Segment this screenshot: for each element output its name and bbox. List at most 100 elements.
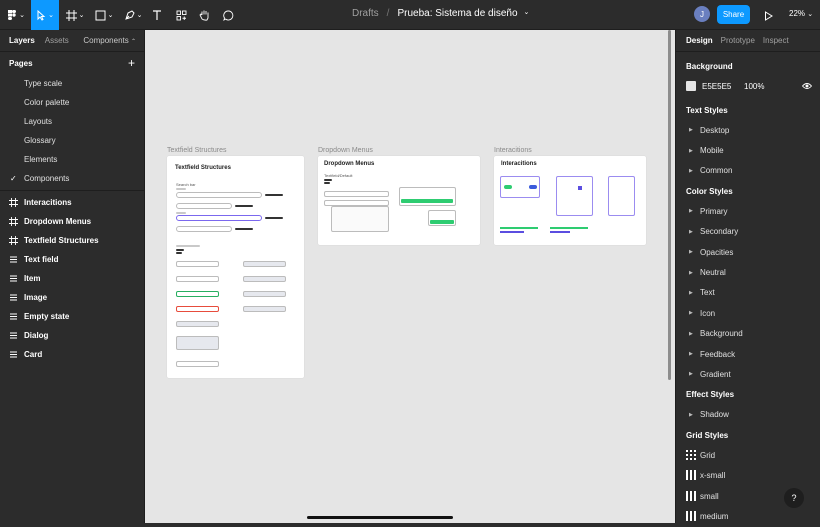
main-menu-button[interactable]: ⌄ [4, 0, 28, 30]
style-item-background[interactable]: ▶ Background [676, 324, 820, 344]
style-item-common[interactable]: ▶ Common [676, 161, 820, 181]
zoom-dropdown[interactable]: 22% ⌄ [789, 9, 813, 18]
mini-dropdown-list [399, 187, 456, 206]
frame-tool-button[interactable]: ⌄ [63, 0, 87, 30]
layer-item[interactable]: Interacitions [0, 193, 144, 212]
style-item-desktop[interactable]: ▶ Desktop [676, 120, 820, 140]
style-item-label: Desktop [700, 125, 730, 135]
style-item-gradient[interactable]: ▶ Gradient [676, 364, 820, 384]
shape-tool-button[interactable]: ⌄ [92, 0, 116, 30]
style-item-text[interactable]: ▶ Text [676, 283, 820, 303]
mini-checkbox [578, 186, 582, 190]
style-item-label: Opacities [700, 247, 734, 257]
mini-text-field [243, 306, 286, 312]
pen-tool-button[interactable]: ⌄ [121, 0, 145, 30]
style-item-label: Neutral [700, 268, 726, 278]
frame-interacitions[interactable]: Interacitions [494, 156, 646, 245]
grid-style-x-small[interactable]: x-small [676, 465, 820, 485]
tab-prototype[interactable]: Prototype [721, 36, 755, 45]
caret-right-icon: ▶ [689, 330, 693, 337]
placeholder-line [265, 217, 283, 219]
eye-icon[interactable] [802, 82, 812, 90]
stack-icon [10, 275, 17, 282]
add-page-button[interactable]: + [128, 56, 135, 70]
page-item-layouts[interactable]: Layouts [0, 112, 144, 131]
move-tool-button[interactable]: ⌄ [31, 0, 59, 30]
page-item-components[interactable]: ✓ Components [0, 169, 144, 188]
layer-item[interactable]: Item [0, 269, 144, 288]
share-button[interactable]: Share [717, 5, 750, 24]
layer-item[interactable]: Dialog [0, 326, 144, 345]
style-item-mobile[interactable]: ▶ Mobile [676, 140, 820, 160]
style-item-feedback[interactable]: ▶ Feedback [676, 344, 820, 364]
effect-styles-title: Effect Styles [686, 390, 735, 400]
layer-item[interactable]: Empty state [0, 307, 144, 326]
page-item-elements[interactable]: Elements [0, 150, 144, 169]
file-name[interactable]: Prueba: Sistema de diseño [397, 8, 517, 19]
vertical-scrollbar[interactable] [668, 30, 671, 380]
style-item-label: x-small [700, 471, 726, 481]
text-icon [153, 9, 161, 20]
mini-text-field [176, 276, 219, 282]
horizontal-scrollbar[interactable] [307, 516, 453, 519]
figma-logo-icon [8, 10, 17, 20]
help-button[interactable]: ? [784, 488, 804, 508]
avatar[interactable]: J [694, 6, 710, 22]
tab-inspect[interactable]: Inspect [763, 36, 789, 45]
style-item-opacities[interactable]: ▶ Opacities [676, 242, 820, 262]
style-item-secondary[interactable]: ▶ Secondary [676, 222, 820, 242]
caret-right-icon: ▶ [689, 249, 693, 256]
text-tool-button[interactable] [148, 0, 166, 30]
page-item-type-scale[interactable]: Type scale [0, 74, 144, 93]
layer-item[interactable]: Image [0, 288, 144, 307]
tab-assets[interactable]: Assets [45, 36, 69, 45]
mini-text-field [176, 291, 219, 297]
mini-text-field [243, 261, 286, 267]
mini-selected-row [430, 220, 454, 224]
page-switcher[interactable]: Components ⌃ [83, 36, 136, 45]
style-item-label: Primary [700, 206, 728, 216]
mini-text-field [176, 306, 219, 312]
resources-icon [176, 10, 186, 20]
resources-button[interactable] [172, 0, 190, 30]
comment-tool-button[interactable] [219, 0, 237, 30]
background-fill-row[interactable]: E5E5E5 100% [676, 76, 820, 96]
page-item-color-palette[interactable]: Color palette [0, 93, 144, 112]
grid-style-medium[interactable]: medium [676, 506, 820, 526]
caret-right-icon: ▶ [689, 351, 693, 358]
frame-textfield-structures[interactable]: Textfield Structures Search bar [167, 156, 304, 378]
style-item-shadow[interactable]: ▶ Shadow [676, 405, 820, 425]
frame-label[interactable]: Textfield Structures [167, 147, 227, 154]
style-item-primary[interactable]: ▶ Primary [676, 201, 820, 221]
page-item-glossary[interactable]: Glossary [0, 131, 144, 150]
style-item-label: Icon [700, 308, 716, 318]
canvas[interactable]: Textfield Structures Textfield Structure… [145, 30, 675, 523]
frame-icon [9, 236, 18, 245]
hand-tool-button[interactable] [195, 0, 213, 30]
mini-toggle [529, 185, 537, 189]
caret-right-icon: ▶ [689, 269, 693, 276]
background-section-title: Background [686, 61, 733, 71]
present-button[interactable] [764, 8, 773, 26]
layer-item[interactable]: Card [0, 345, 144, 364]
frame-label[interactable]: Interacitions [494, 147, 532, 154]
tab-layers[interactable]: Layers [9, 36, 35, 45]
style-item-neutral[interactable]: ▶ Neutral [676, 262, 820, 282]
frame-dropdown-menus[interactable]: Dropdown Menus Textfield/Default [318, 156, 480, 245]
background-hex[interactable]: E5E5E5 [702, 82, 731, 91]
page-item-label: Color palette [24, 98, 70, 107]
layer-item[interactable]: Dropdown Menus [0, 212, 144, 231]
placeholder-line [324, 182, 330, 184]
style-item-icon[interactable]: ▶ Icon [676, 303, 820, 323]
tab-design[interactable]: Design [686, 36, 713, 45]
placeholder-line [176, 245, 200, 247]
layer-item[interactable]: Text field [0, 250, 144, 269]
chevron-down-icon[interactable]: ⌄ [524, 8, 530, 19]
background-swatch[interactable] [686, 81, 696, 91]
layer-label: Dialog [24, 331, 49, 340]
grid-style-grid[interactable]: Grid [676, 445, 820, 465]
frame-label[interactable]: Dropdown Menus [318, 147, 373, 154]
background-opacity[interactable]: 100% [744, 82, 764, 91]
drafts-link[interactable]: Drafts [352, 8, 379, 19]
layer-item[interactable]: Textfield Structures [0, 231, 144, 250]
